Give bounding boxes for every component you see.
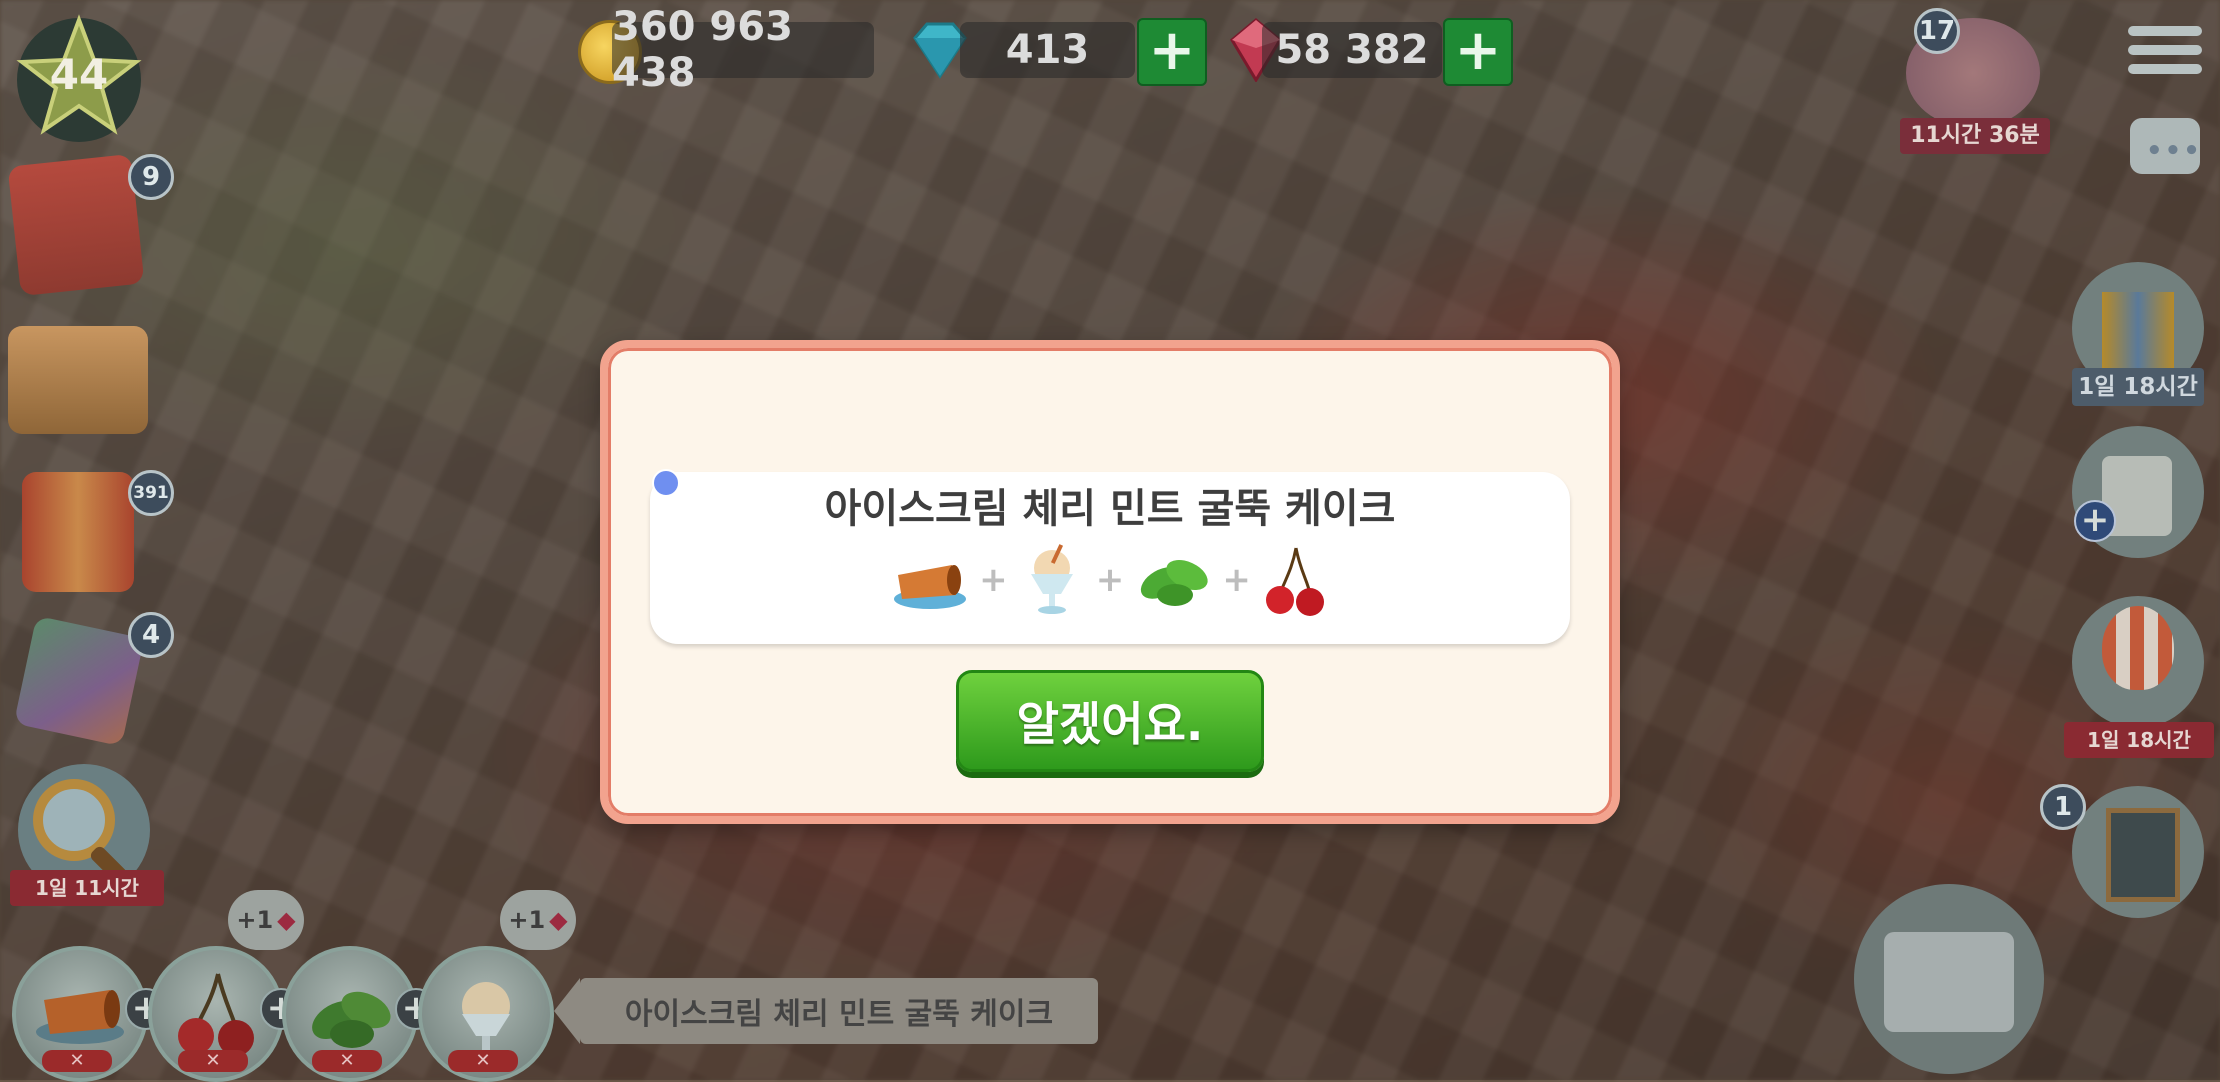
chalkboard-icon	[2106, 808, 2180, 902]
ok-button-label: 알겠어요.	[1016, 697, 1204, 751]
ruby-bonus-2: +1	[508, 906, 546, 934]
cash-register-button[interactable]	[1854, 884, 2044, 1074]
coin-amount: 360 963 438	[612, 4, 793, 96]
gems-count-badge: 4	[128, 612, 174, 658]
mint-icon	[1141, 559, 1208, 606]
recipe-name: 아이스크림 체리 민트 굴뚝 케이크	[624, 997, 1054, 1032]
ruby-bonus-bubble-2: +1 ◆	[500, 890, 576, 950]
orders-clipboard-icon[interactable]	[7, 153, 145, 297]
recipe-box-icon[interactable]	[8, 326, 148, 434]
menu-board-button[interactable]	[2072, 786, 2204, 918]
diamond-amount: 413	[1005, 27, 1090, 73]
ruby-counter[interactable]: 58 382	[1262, 22, 1442, 78]
event-count-badge: 17	[1914, 8, 1960, 54]
ruby-bonus-1: +1	[236, 906, 274, 934]
plus-icon: +	[1095, 560, 1125, 600]
recipe-title: 아이스크림 체리 민트 굴뚝 케이크	[824, 486, 1396, 532]
recipe-ingredients: + + +	[890, 540, 1330, 620]
gifts-count-badge: 391	[128, 470, 174, 516]
ruby-small-icon: ◆	[549, 906, 568, 934]
chimney-cake-icon	[894, 565, 966, 609]
cash-register-icon	[1884, 932, 2014, 1032]
gem-collection-icon[interactable]	[13, 615, 145, 747]
remove-ingredient-2[interactable]: ✕	[178, 1050, 248, 1072]
ice-cream-icon	[1030, 544, 1073, 614]
gift-timer: 1일 18시간	[2072, 368, 2204, 406]
diamond-counter[interactable]: 413	[960, 22, 1135, 78]
ruby-amount: 58 382	[1275, 27, 1429, 73]
balloon-timer: 1일 18시간	[2064, 722, 2214, 758]
search-timer: 1일 11시간	[10, 870, 164, 906]
gift-box-icon	[2102, 292, 2174, 368]
coin-counter[interactable]: 360 963 438	[612, 4, 874, 96]
board-count-badge: 1	[2040, 784, 2086, 830]
chat-dots: •••	[2146, 136, 2202, 166]
buy-rubies-button[interactable]: +	[1443, 18, 1513, 86]
balloon-button[interactable]	[2072, 596, 2204, 728]
hamburger-menu-icon[interactable]	[2128, 26, 2202, 82]
remove-ingredient-3[interactable]: ✕	[312, 1050, 382, 1072]
player-level: 44	[49, 50, 109, 99]
event-timer: 11시간 36분	[1900, 118, 2050, 154]
hot-air-balloon-icon	[2102, 606, 2174, 690]
ruby-small-icon: ◆	[277, 906, 296, 934]
remove-ingredient-1[interactable]: ✕	[42, 1050, 112, 1072]
buy-diamonds-button[interactable]: +	[1137, 18, 1207, 86]
ok-button[interactable]: 알겠어요.	[956, 670, 1264, 772]
gift-box-icon[interactable]	[22, 472, 134, 592]
recipe-name-tooltip: 아이스크림 체리 민트 굴뚝 케이크	[554, 978, 1098, 1044]
cherry-icon	[1265, 547, 1324, 616]
add-task-plus-icon[interactable]: +	[2074, 500, 2116, 542]
plus-icon: +	[979, 560, 1008, 600]
ruby-bonus-bubble-1: +1 ◆	[228, 890, 304, 950]
remove-ingredient-4[interactable]: ✕	[448, 1050, 518, 1072]
plus-icon: +	[1222, 560, 1251, 600]
orders-count-badge: 9	[128, 154, 174, 200]
